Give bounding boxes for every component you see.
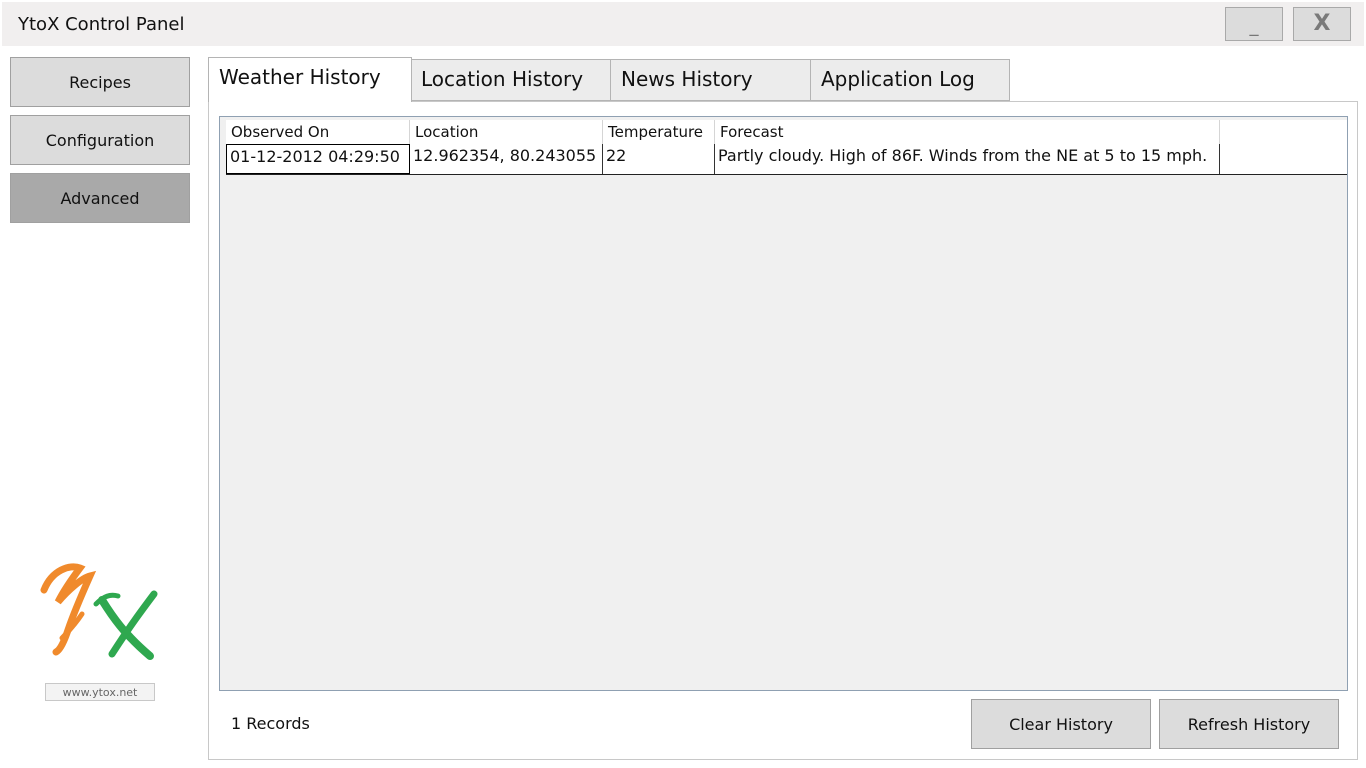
close-button[interactable]: X <box>1293 7 1351 41</box>
tab-weather-history[interactable]: Weather History <box>208 57 412 102</box>
tab-location-history[interactable]: Location History <box>410 59 611 101</box>
clear-history-button[interactable]: Clear History <box>971 699 1151 749</box>
website-link[interactable]: www.ytox.net <box>45 683 155 701</box>
weather-history-grid[interactable]: Observed On Location Temperature Forecas… <box>219 116 1348 691</box>
nav-configuration-button[interactable]: Configuration <box>10 115 190 165</box>
column-header-filler <box>1220 120 1347 144</box>
logo-y-stroke <box>40 563 97 656</box>
column-header-observed-on[interactable]: Observed On <box>226 120 410 144</box>
ytox-logo <box>40 563 158 660</box>
minimize-button[interactable]: _ <box>1225 7 1283 41</box>
nav-recipes-button[interactable]: Recipes <box>10 57 190 107</box>
table-row[interactable]: 01-12-2012 04:29:50 12.962354, 80.243055… <box>226 144 1347 175</box>
cell-location[interactable]: 12.962354, 80.243055 <box>410 144 603 174</box>
title-bar: YtoX Control Panel _ X <box>2 2 1364 46</box>
column-header-temperature[interactable]: Temperature <box>603 120 715 144</box>
tab-application-log[interactable]: Application Log <box>810 59 1010 101</box>
cell-temperature[interactable]: 22 <box>603 144 715 174</box>
column-header-location[interactable]: Location <box>410 120 603 144</box>
tab-news-history[interactable]: News History <box>610 59 811 101</box>
cell-forecast[interactable]: Partly cloudy. High of 86F. Winds from t… <box>715 144 1220 174</box>
records-count: 1 Records <box>231 714 310 733</box>
cell-observed-on[interactable]: 01-12-2012 04:29:50 <box>226 144 410 174</box>
app-title: YtoX Control Panel <box>18 14 185 35</box>
nav-advanced-button[interactable]: Advanced <box>10 173 190 223</box>
refresh-history-button[interactable]: Refresh History <box>1159 699 1339 749</box>
column-header-forecast[interactable]: Forecast <box>715 120 1220 144</box>
cell-filler <box>1220 144 1347 174</box>
grid-header: Observed On Location Temperature Forecas… <box>226 120 1347 145</box>
